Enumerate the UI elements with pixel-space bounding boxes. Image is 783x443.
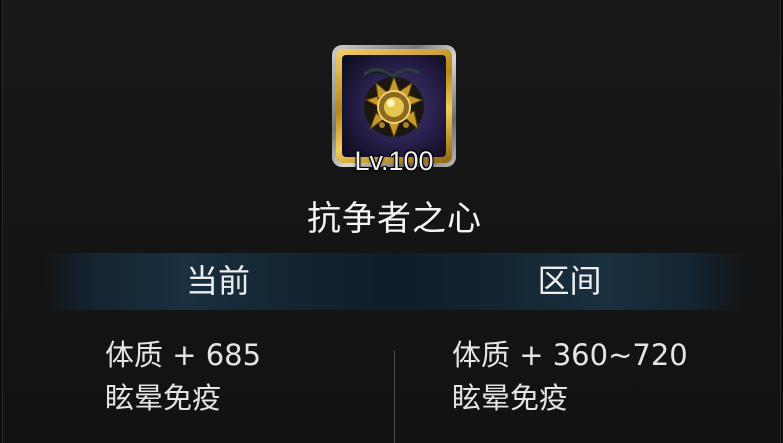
item-name: 抗争者之心: [307, 199, 482, 239]
current-stat-stun-immunity: 眩晕免疫: [105, 381, 222, 415]
current-stats-column: 体质 + 685 眩晕免疫: [105, 334, 261, 420]
amulet-icon: [342, 55, 446, 157]
header-current: 当前: [185, 262, 250, 300]
stats-header-band: 当前 区间: [43, 253, 746, 310]
item-tooltip-panel: Lv.100 抗争者之心 当前 区间 体质 + 685 眩晕免疫 体质 + 36…: [2, 0, 781, 443]
header-range: 区间: [537, 262, 602, 300]
range-stat-constitution: 体质 + 360~720: [452, 338, 688, 372]
range-stat-stun-immunity: 眩晕免疫: [452, 381, 569, 415]
item-level: Lv.100: [354, 146, 434, 176]
current-stat-constitution: 体质 + 685: [105, 338, 262, 372]
column-divider: [394, 350, 395, 443]
range-stats-column: 体质 + 360~720 眩晕免疫: [452, 334, 688, 420]
